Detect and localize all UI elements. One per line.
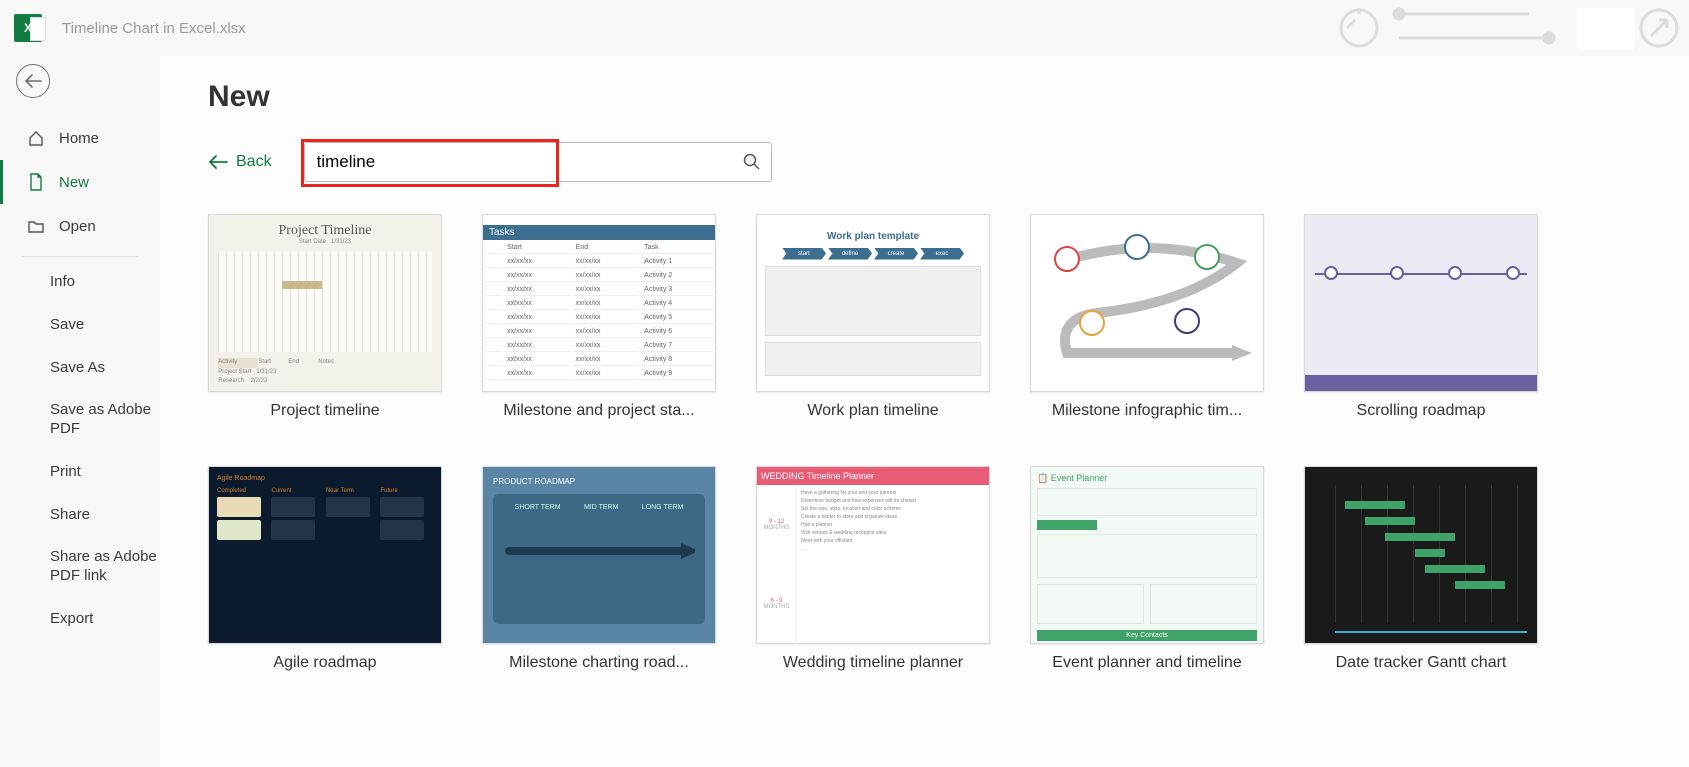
nav-export[interactable]: Export <box>0 598 160 641</box>
home-icon <box>25 129 47 147</box>
left-navigation-rail: Home New Open Info Save Save As Save as … <box>0 56 160 767</box>
template-thumbnail: WEDDING Timeline Planner 9 - 12MONTHS6 -… <box>756 466 990 644</box>
nav-info[interactable]: Info <box>0 261 160 304</box>
nav-new[interactable]: New <box>0 160 160 204</box>
template-search-input[interactable] <box>305 152 733 172</box>
search-icon <box>743 153 761 171</box>
template-label: Date tracker Gantt chart <box>1304 654 1538 672</box>
nav-open[interactable]: Open <box>0 204 160 248</box>
nav-share[interactable]: Share <box>0 494 160 537</box>
template-card-project-timeline[interactable]: Project Timeline Start Date 1/31/23 Acti… <box>208 214 442 420</box>
nav-print[interactable]: Print <box>0 451 160 494</box>
template-label: Event planner and timeline <box>1030 654 1264 672</box>
template-card-date-tracker-gantt[interactable]: Date tracker Gantt chart <box>1304 466 1538 672</box>
main-content: New Back Project Timeline Start Date 1/3… <box>160 56 1689 767</box>
template-card-milestone-charting-roadmap[interactable]: PRODUCT ROADMAP SHORT TERMMID TERMLONG T… <box>482 466 716 672</box>
search-container <box>304 142 772 182</box>
title-bar: X Timeline Chart in Excel.xlsx <box>0 0 1689 56</box>
template-grid: Project Timeline Start Date 1/31/23 Acti… <box>208 214 1641 672</box>
arrow-left-icon <box>208 155 228 169</box>
nav-separator <box>22 256 138 257</box>
document-icon <box>25 173 47 191</box>
template-card-event-planner-timeline[interactable]: 📋 Event Planner Key Contacts Event plann… <box>1030 466 1264 672</box>
page-title: New <box>208 80 1641 114</box>
template-thumbnail <box>1030 214 1264 392</box>
template-card-work-plan-timeline[interactable]: Work plan template startdefinecreateexec… <box>756 214 990 420</box>
template-card-scrolling-roadmap[interactable]: Scrolling roadmap <box>1304 214 1538 420</box>
template-label: Scrolling roadmap <box>1304 402 1538 420</box>
nav-open-label: Open <box>59 218 96 235</box>
template-thumbnail: Tasks StartEndTask xx/xx/xxxx/xx/xxActiv… <box>482 214 716 392</box>
template-card-milestone-project-status[interactable]: Tasks StartEndTask xx/xx/xxxx/xx/xxActiv… <box>482 214 716 420</box>
file-title: Timeline Chart in Excel.xlsx <box>62 20 246 37</box>
template-label: Agile roadmap <box>208 654 442 672</box>
template-thumbnail: Project Timeline Start Date 1/31/23 Acti… <box>208 214 442 392</box>
template-label: Milestone infographic tim... <box>1030 402 1264 420</box>
template-thumbnail <box>1304 214 1538 392</box>
template-thumbnail: Agile Roadmap Completed Current Near Ter… <box>208 466 442 644</box>
back-link-label: Back <box>236 153 272 171</box>
template-card-agile-roadmap[interactable]: Agile Roadmap Completed Current Near Ter… <box>208 466 442 672</box>
template-thumbnail: 📋 Event Planner Key Contacts <box>1030 466 1264 644</box>
back-link[interactable]: Back <box>208 153 272 171</box>
template-thumbnail <box>1304 466 1538 644</box>
app-icon-letter: X <box>24 21 32 35</box>
nav-home[interactable]: Home <box>0 116 160 160</box>
template-card-milestone-infographic[interactable]: Milestone infographic tim... <box>1030 214 1264 420</box>
template-thumbnail: Work plan template startdefinecreateexec <box>756 214 990 392</box>
search-row: Back <box>208 142 1641 182</box>
arrow-left-icon <box>24 74 42 88</box>
nav-save-as[interactable]: Save As <box>0 347 160 390</box>
back-button[interactable] <box>16 64 50 98</box>
folder-open-icon <box>25 218 47 234</box>
template-label: Project timeline <box>208 402 442 420</box>
nav-new-label: New <box>59 174 89 191</box>
decorative-header-art <box>1329 0 1689 56</box>
nav-home-label: Home <box>59 130 99 147</box>
template-card-wedding-timeline-planner[interactable]: WEDDING Timeline Planner 9 - 12MONTHS6 -… <box>756 466 990 672</box>
template-label: Milestone and project sta... <box>482 402 716 420</box>
template-label: Work plan timeline <box>756 402 990 420</box>
nav-save-adobe-pdf[interactable]: Save as Adobe PDF <box>0 389 160 451</box>
excel-app-icon: X <box>14 14 42 42</box>
template-label: Wedding timeline planner <box>756 654 990 672</box>
template-label: Milestone charting road... <box>482 654 716 672</box>
nav-share-adobe-link[interactable]: Share as Adobe PDF link <box>0 536 160 598</box>
template-thumbnail: PRODUCT ROADMAP SHORT TERMMID TERMLONG T… <box>482 466 716 644</box>
search-button[interactable] <box>733 153 771 171</box>
nav-save[interactable]: Save <box>0 304 160 347</box>
